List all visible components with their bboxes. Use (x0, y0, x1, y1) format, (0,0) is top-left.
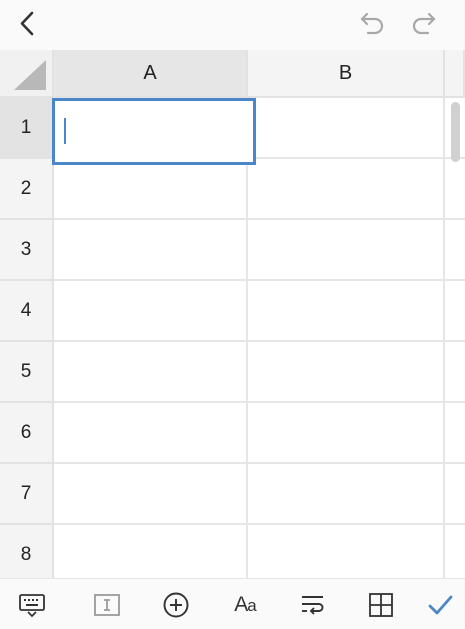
row-header-7[interactable]: 7 (0, 464, 54, 525)
confirm-check-icon[interactable] (425, 590, 455, 620)
row-gridline (54, 523, 465, 525)
borders-icon[interactable] (366, 590, 396, 620)
row-header-5[interactable]: 5 (0, 342, 54, 403)
row-gridline (54, 218, 465, 220)
column-header-b[interactable]: B (248, 50, 445, 98)
column-header-a[interactable]: A (54, 50, 248, 98)
row-gridline (54, 279, 465, 281)
font-style-icon[interactable]: Aa (228, 590, 262, 620)
row-header-8[interactable]: 8 (0, 525, 54, 578)
row-gridline (54, 462, 465, 464)
wrap-text-icon[interactable] (298, 590, 328, 620)
column-gridline (443, 98, 445, 578)
row-header-2[interactable]: 2 (0, 159, 54, 220)
row-header-4[interactable]: 4 (0, 281, 54, 342)
text-caret (64, 118, 66, 144)
spreadsheet-grid[interactable]: A B 1 2 3 4 5 6 7 8 (0, 50, 465, 578)
select-all-corner[interactable] (0, 50, 54, 98)
row-header-1[interactable]: 1 (0, 98, 54, 159)
column-gridline (246, 98, 248, 578)
column-header-next[interactable] (445, 50, 465, 98)
undo-icon[interactable] (356, 9, 388, 39)
redo-icon[interactable] (408, 9, 440, 39)
row-header-6[interactable]: 6 (0, 403, 54, 464)
top-bar (0, 0, 465, 50)
chevron-left-icon[interactable] (12, 9, 42, 39)
row-gridline (54, 401, 465, 403)
bottom-toolbar: Aa (0, 578, 465, 629)
keyboard-icon[interactable] (17, 590, 47, 620)
text-cursor-icon[interactable] (92, 590, 122, 620)
vertical-scrollbar[interactable] (451, 102, 460, 162)
row-header-3[interactable]: 3 (0, 220, 54, 281)
active-cell-a1[interactable] (52, 98, 256, 165)
insert-icon[interactable] (161, 590, 191, 620)
row-gridline (54, 340, 465, 342)
